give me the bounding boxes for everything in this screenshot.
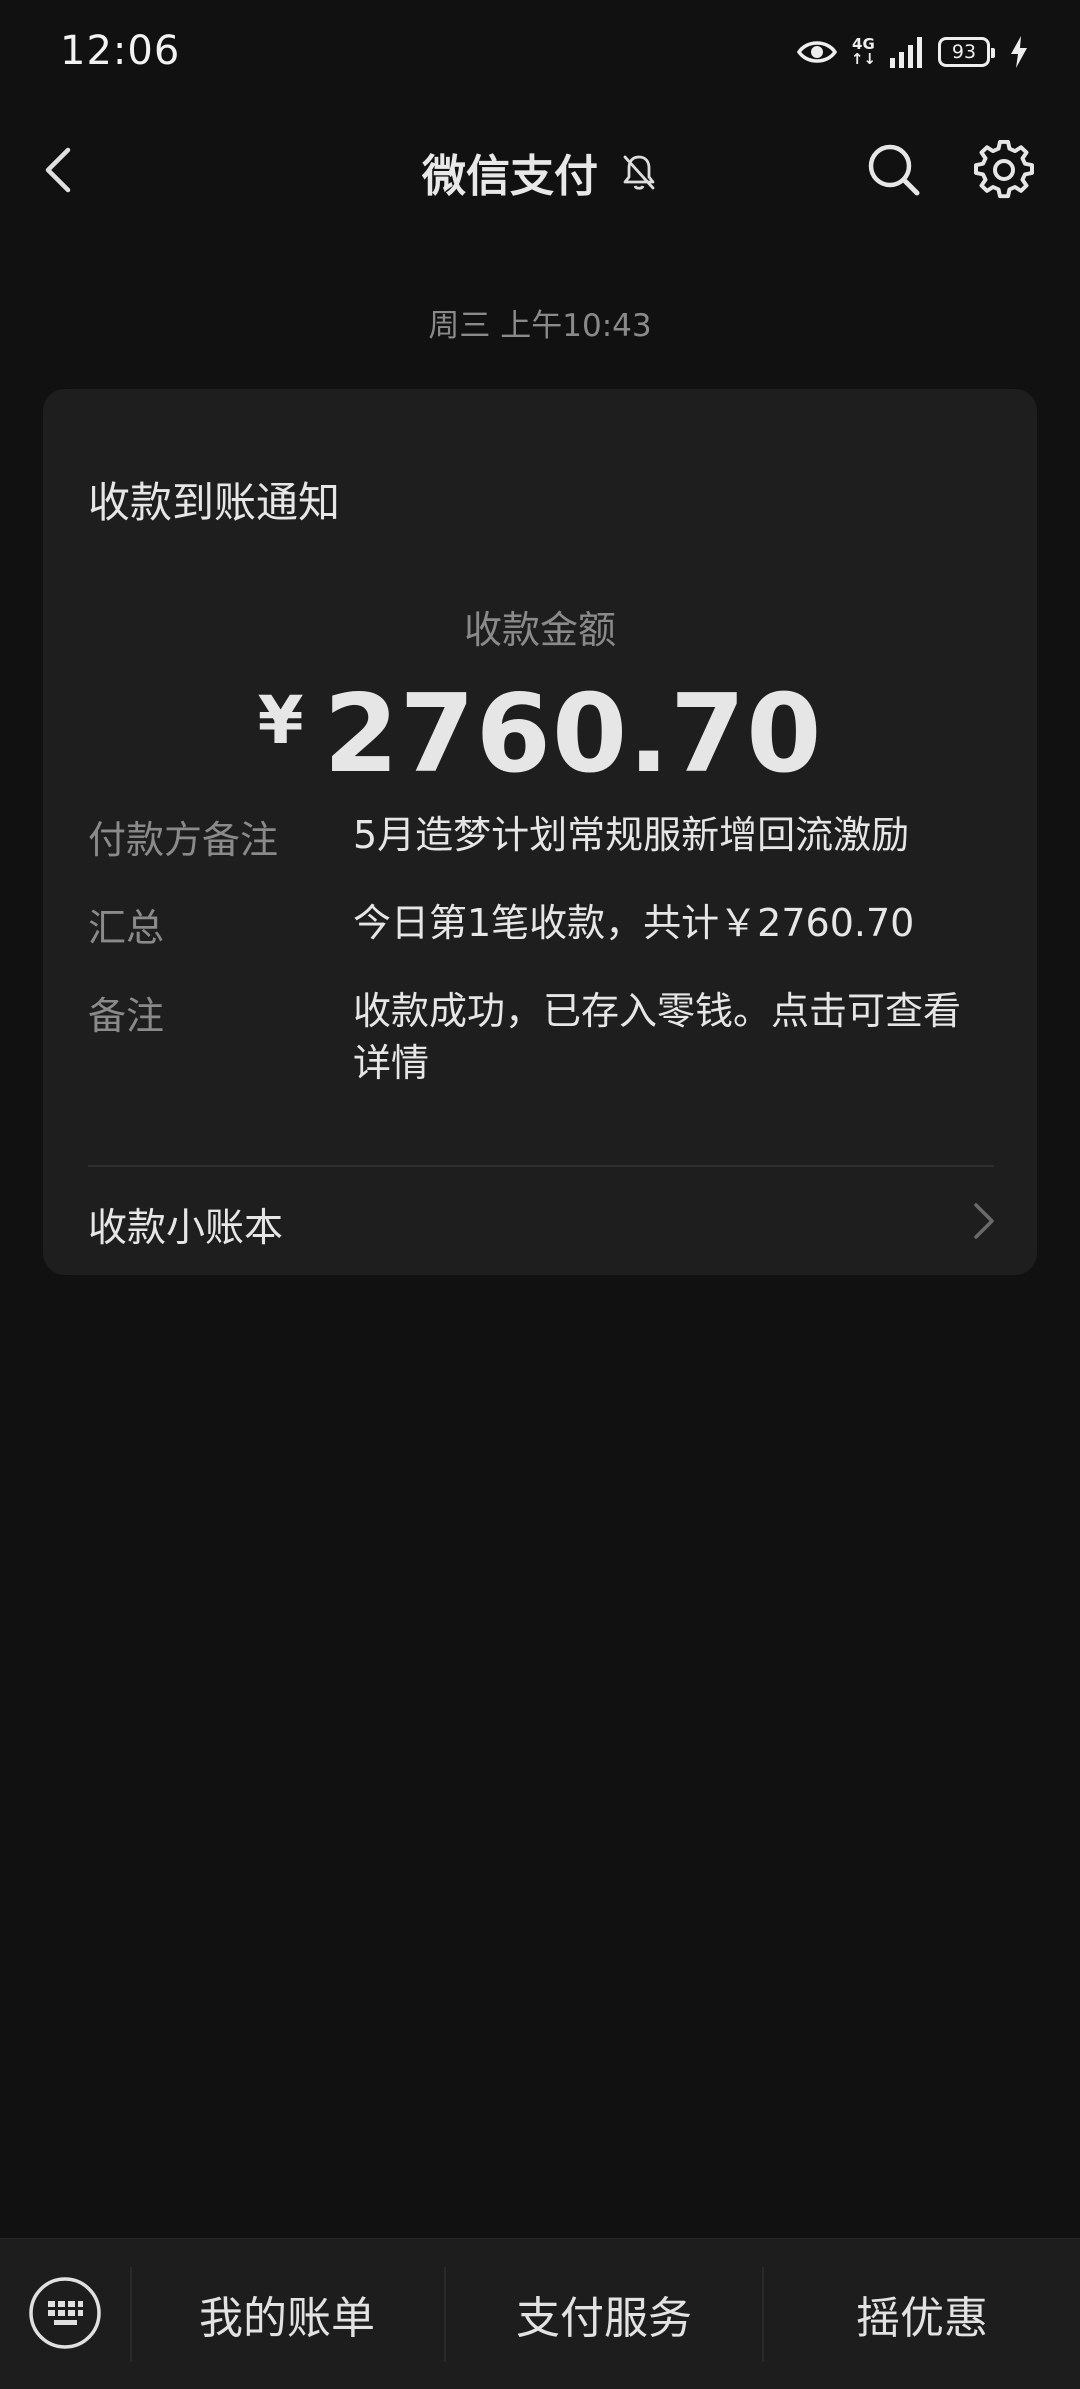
search-button[interactable]	[866, 142, 922, 198]
payment-notification-card[interactable]: 收款到账通知 收款金额 ¥2760.70 付款方备注 5月造梦计划常规服新增回流…	[43, 389, 1037, 1275]
status-bar: 12:06 4G ↑↓ 93	[0, 0, 1080, 105]
message-timestamp: 周三 上午10:43	[428, 308, 652, 344]
amount: ¥2760.70	[43, 672, 1037, 797]
page-title: 微信支付	[422, 151, 598, 202]
currency-symbol: ¥	[257, 682, 304, 759]
card-title: 收款到账通知	[88, 478, 341, 527]
battery-level: 93	[951, 41, 977, 63]
keyboard-toggle-button[interactable]	[28, 2276, 102, 2350]
gear-icon	[974, 139, 1034, 199]
bottom-menu-bar: 我的账单 支付服务 摇优惠	[0, 2238, 1080, 2389]
keyboard-icon	[29, 2277, 101, 2349]
menu-my-bills[interactable]: 我的账单	[132, 2239, 442, 2389]
menu-payment-services[interactable]: 支付服务	[446, 2239, 762, 2389]
network-indicator: 4G ↑↓	[851, 37, 876, 67]
menu-shake-deals[interactable]: 摇优惠	[764, 2239, 1080, 2389]
detail-key: 汇总	[88, 906, 165, 950]
status-icons: 4G ↑↓ 93	[796, 30, 1028, 74]
settings-button[interactable]	[974, 139, 1034, 200]
amount-value: 2760.70	[323, 672, 823, 797]
amount-label: 收款金额	[463, 608, 616, 652]
chevron-right-icon	[974, 1203, 994, 1239]
network-activity: ↑↓	[850, 50, 876, 68]
detail-key: 备注	[88, 994, 165, 1038]
charging-icon	[1011, 36, 1027, 68]
chat-header: 微信支付	[0, 120, 1080, 220]
eye-icon	[796, 41, 837, 63]
ledger-link[interactable]: 收款小账本	[43, 1167, 1037, 1275]
status-time: 12:06	[60, 28, 181, 74]
battery-icon: 93	[938, 37, 995, 67]
detail-value: 今日第1笔收款，共计￥2760.70	[353, 901, 915, 945]
detail-value: 收款成功，已存入零钱。点击可查看详情	[353, 989, 962, 1085]
mute-bell-icon	[623, 155, 655, 190]
detail-value: 5月造梦计划常规服新增回流激励	[353, 813, 910, 857]
ledger-label: 收款小账本	[88, 1206, 284, 1251]
signal-icon	[890, 37, 922, 68]
search-icon	[868, 144, 920, 196]
detail-key: 付款方备注	[88, 818, 279, 862]
